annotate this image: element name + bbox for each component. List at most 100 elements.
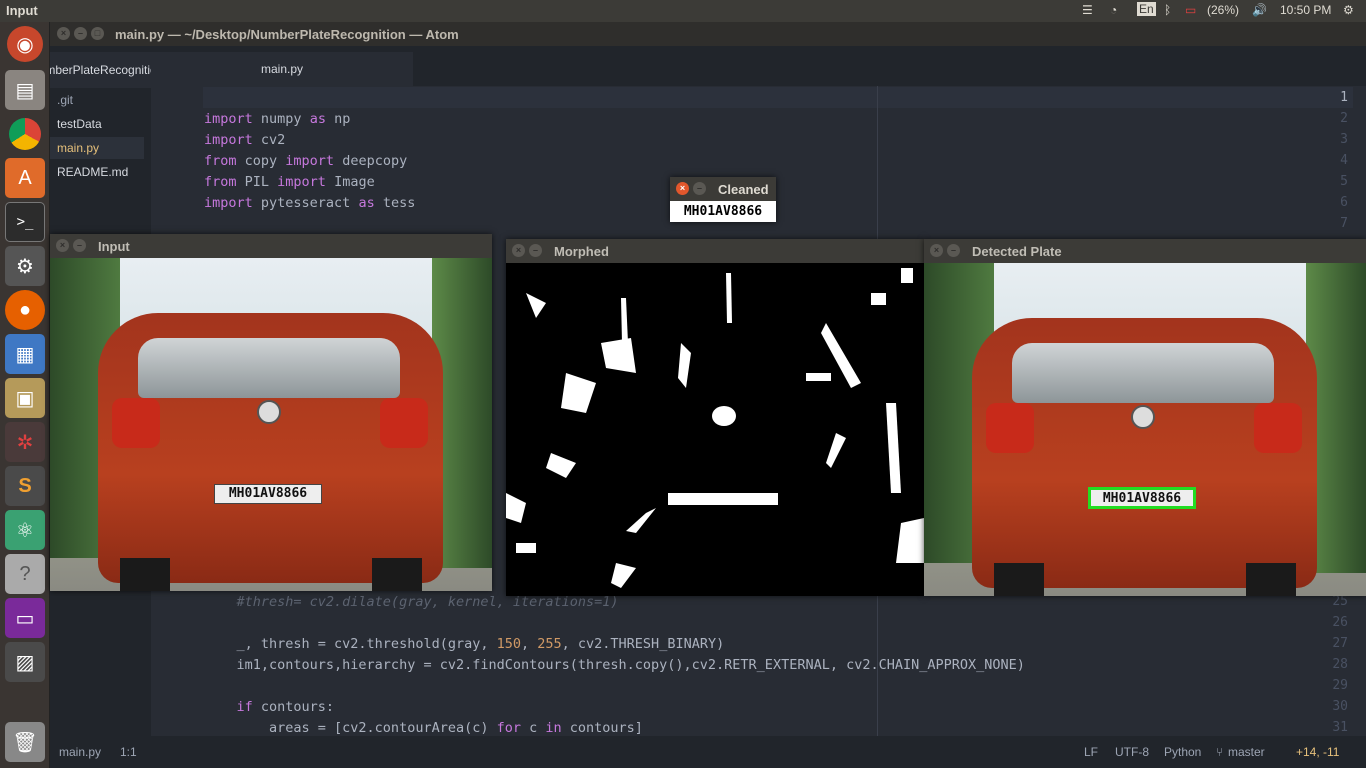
input-window[interactable]: × – Input MH01AV8866 — [50, 234, 492, 591]
window-title: Input — [98, 239, 130, 254]
minimize-icon[interactable]: – — [947, 244, 960, 257]
files-icon[interactable]: ▤ — [5, 70, 45, 110]
line-number: 28 — [1332, 657, 1348, 672]
git-branch-icon: ⑂ — [1216, 745, 1224, 759]
status-file[interactable]: main.py — [59, 745, 101, 759]
cleaned-window[interactable]: × – Cleaned MH01AV8866 — [670, 177, 776, 222]
tail-light-left — [986, 403, 1034, 453]
gear-icon[interactable]: ⚙ — [1343, 3, 1354, 17]
menu-icon[interactable]: ☰ — [1082, 3, 1093, 17]
maximize-icon[interactable]: □ — [91, 27, 104, 40]
status-diff[interactable]: +14, -11 — [1296, 745, 1339, 759]
code-line: areas = [cv2.contourArea(c) for c in con… — [204, 720, 643, 736]
workspace-icon[interactable]: ▨ — [5, 642, 45, 682]
chrome-icon[interactable] — [5, 114, 45, 154]
code-line: im1,contours,hierarchy = cv2.findContour… — [204, 657, 1025, 673]
top-panel: Input ☰ ◔ En ᛒ ▭ (26%) 🔊 10:50 PM ⚙ — [0, 0, 1366, 22]
bluetooth-icon[interactable]: ᛒ — [1164, 3, 1171, 17]
code-line: #thresh= cv2.dilate(gray, kernel, iterat… — [204, 594, 619, 610]
tree-item-git[interactable]: .git — [57, 89, 151, 111]
unity-tweak-icon[interactable]: ✲ — [5, 422, 45, 462]
close-icon[interactable]: × — [512, 244, 525, 257]
status-cursor[interactable]: 1:1 — [120, 745, 137, 759]
sublime-icon[interactable]: S — [5, 466, 45, 506]
close-icon[interactable]: × — [930, 244, 943, 257]
battery-icon[interactable]: ▭ — [1185, 3, 1196, 17]
close-icon[interactable]: × — [57, 27, 70, 40]
wifi-icon[interactable]: ◔ — [1110, 3, 1117, 17]
trash-icon[interactable]: 🗑 — [5, 722, 45, 762]
code-line: import cv2 — [204, 132, 286, 148]
status-encoding[interactable]: UTF-8 — [1115, 745, 1149, 759]
battery-percent[interactable]: (26%) — [1207, 3, 1239, 17]
status-grammar[interactable]: Python — [1164, 745, 1201, 759]
tree-item-main-py[interactable]: main.py — [50, 137, 144, 159]
tyre-left — [994, 563, 1044, 596]
keyboard-layout[interactable]: En — [1137, 2, 1156, 16]
document-viewer-icon[interactable]: ▦ — [5, 334, 45, 374]
status-branch[interactable]: master — [1228, 745, 1265, 759]
status-line-ending[interactable]: LF — [1084, 745, 1098, 759]
vw-logo — [1131, 405, 1155, 429]
code-line: import numpy as np — [204, 111, 351, 127]
minimize-icon[interactable]: – — [693, 182, 706, 195]
project-root[interactable]: NumberPlateRecognition — [50, 52, 151, 88]
window-title: Cleaned — [718, 182, 769, 197]
morphed-blobs — [506, 268, 924, 588]
firefox-icon[interactable]: ● — [5, 290, 45, 330]
minimize-icon[interactable]: – — [74, 27, 87, 40]
window-title: Detected Plate — [972, 244, 1062, 259]
help-icon[interactable]: ? — [5, 554, 45, 594]
minimize-icon[interactable]: – — [73, 239, 86, 252]
line-number: 27 — [1332, 636, 1348, 651]
line-number: 7 — [1340, 216, 1348, 231]
code-line: _, thresh = cv2.threshold(gray, 150, 255… — [204, 636, 725, 652]
atom-titlebar: × – □ main.py — ~/Desktop/NumberPlateRecog… — [50, 22, 1366, 46]
code-line: from copy import deepcopy — [204, 153, 408, 169]
status-bar: main.py 1:1 LF UTF-8 Python ⑂ master +14… — [50, 736, 1366, 768]
settings-icon[interactable]: ⚙ — [5, 246, 45, 286]
tail-light-right — [380, 398, 428, 448]
close-icon[interactable]: × — [676, 182, 689, 195]
archive-icon[interactable]: ▣ — [5, 378, 45, 418]
window-icon[interactable]: ▭ — [5, 598, 45, 638]
minimize-icon[interactable]: – — [529, 244, 542, 257]
line-number: 5 — [1340, 174, 1348, 189]
line-number: 6 — [1340, 195, 1348, 210]
active-app-name: Input — [6, 3, 38, 18]
license-plate: MH01AV8866 — [214, 484, 322, 504]
software-center-icon[interactable]: A — [5, 158, 45, 198]
detected-plate-window[interactable]: × – Detected Plate MH01AV8866 — [924, 239, 1366, 596]
line-number: 29 — [1332, 678, 1348, 693]
tree-item-readme[interactable]: README.md — [57, 161, 151, 183]
launcher: ◉ ▤ A >_ ⚙ ● ▦ ▣ ✲ S ⚛ ? ▭ ▨ 🗑 — [0, 22, 50, 768]
line-number: 30 — [1332, 699, 1348, 714]
atom-icon[interactable]: ⚛ — [5, 510, 45, 550]
line-number: 25 — [1332, 594, 1348, 609]
window-titlebar: × – Cleaned — [670, 177, 776, 201]
tab-main-py[interactable]: main.py — [151, 52, 413, 86]
window-titlebar: × – Detected Plate — [924, 239, 1366, 263]
line-number: 26 — [1332, 615, 1348, 630]
tree-item-testdata[interactable]: testData — [57, 113, 151, 135]
car-window — [1012, 343, 1274, 403]
car-photo: MH01AV8866 — [50, 258, 492, 591]
code-line: from PIL import Image — [204, 174, 375, 190]
line-number: 2 — [1340, 111, 1348, 126]
terminal-icon[interactable]: >_ — [5, 202, 45, 242]
close-icon[interactable]: × — [56, 239, 69, 252]
window-titlebar: × – Input — [50, 234, 492, 258]
tyre-right — [1246, 563, 1296, 596]
ubuntu-dash-icon[interactable]: ◉ — [7, 26, 43, 62]
cleaned-plate-image: MH01AV8866 — [670, 201, 776, 222]
car-window — [138, 338, 400, 398]
window-title: main.py — ~/Desktop/NumberPlateRecogniti… — [115, 27, 459, 42]
volume-icon[interactable]: 🔊 — [1252, 3, 1267, 17]
tab-bar: main.py — [151, 46, 1366, 86]
clock[interactable]: 10:50 PM — [1280, 3, 1331, 17]
code-line: if contours: — [236, 699, 335, 715]
window-title: Morphed — [554, 244, 609, 259]
morphed-image — [506, 263, 924, 596]
morphed-window[interactable]: × – Morphed — [506, 239, 924, 596]
tyre-left — [120, 558, 170, 591]
